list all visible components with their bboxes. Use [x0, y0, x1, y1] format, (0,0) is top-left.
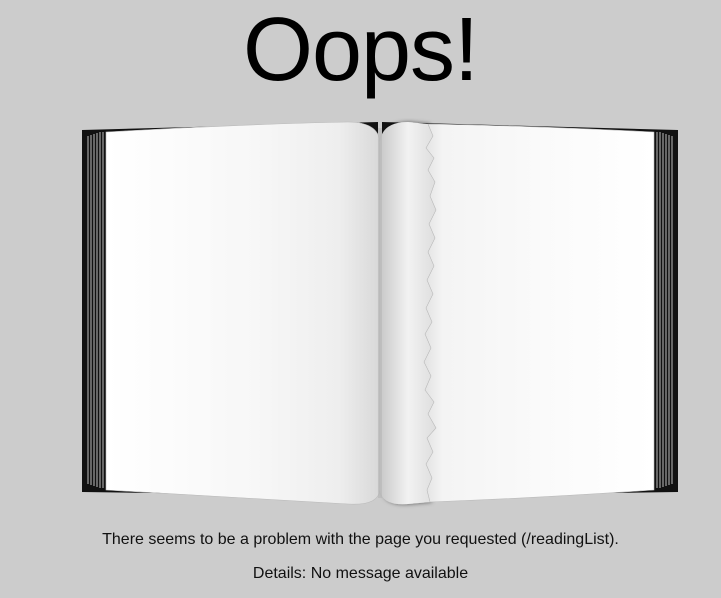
error-page: Oops! There seems to be a problem with t…: [0, 0, 721, 598]
page-title: Oops!: [242, 0, 479, 100]
error-message: There seems to be a problem with the pag…: [102, 531, 619, 548]
error-details: Details: No message available: [252, 565, 469, 582]
torn-book-icon: [78, 118, 682, 510]
